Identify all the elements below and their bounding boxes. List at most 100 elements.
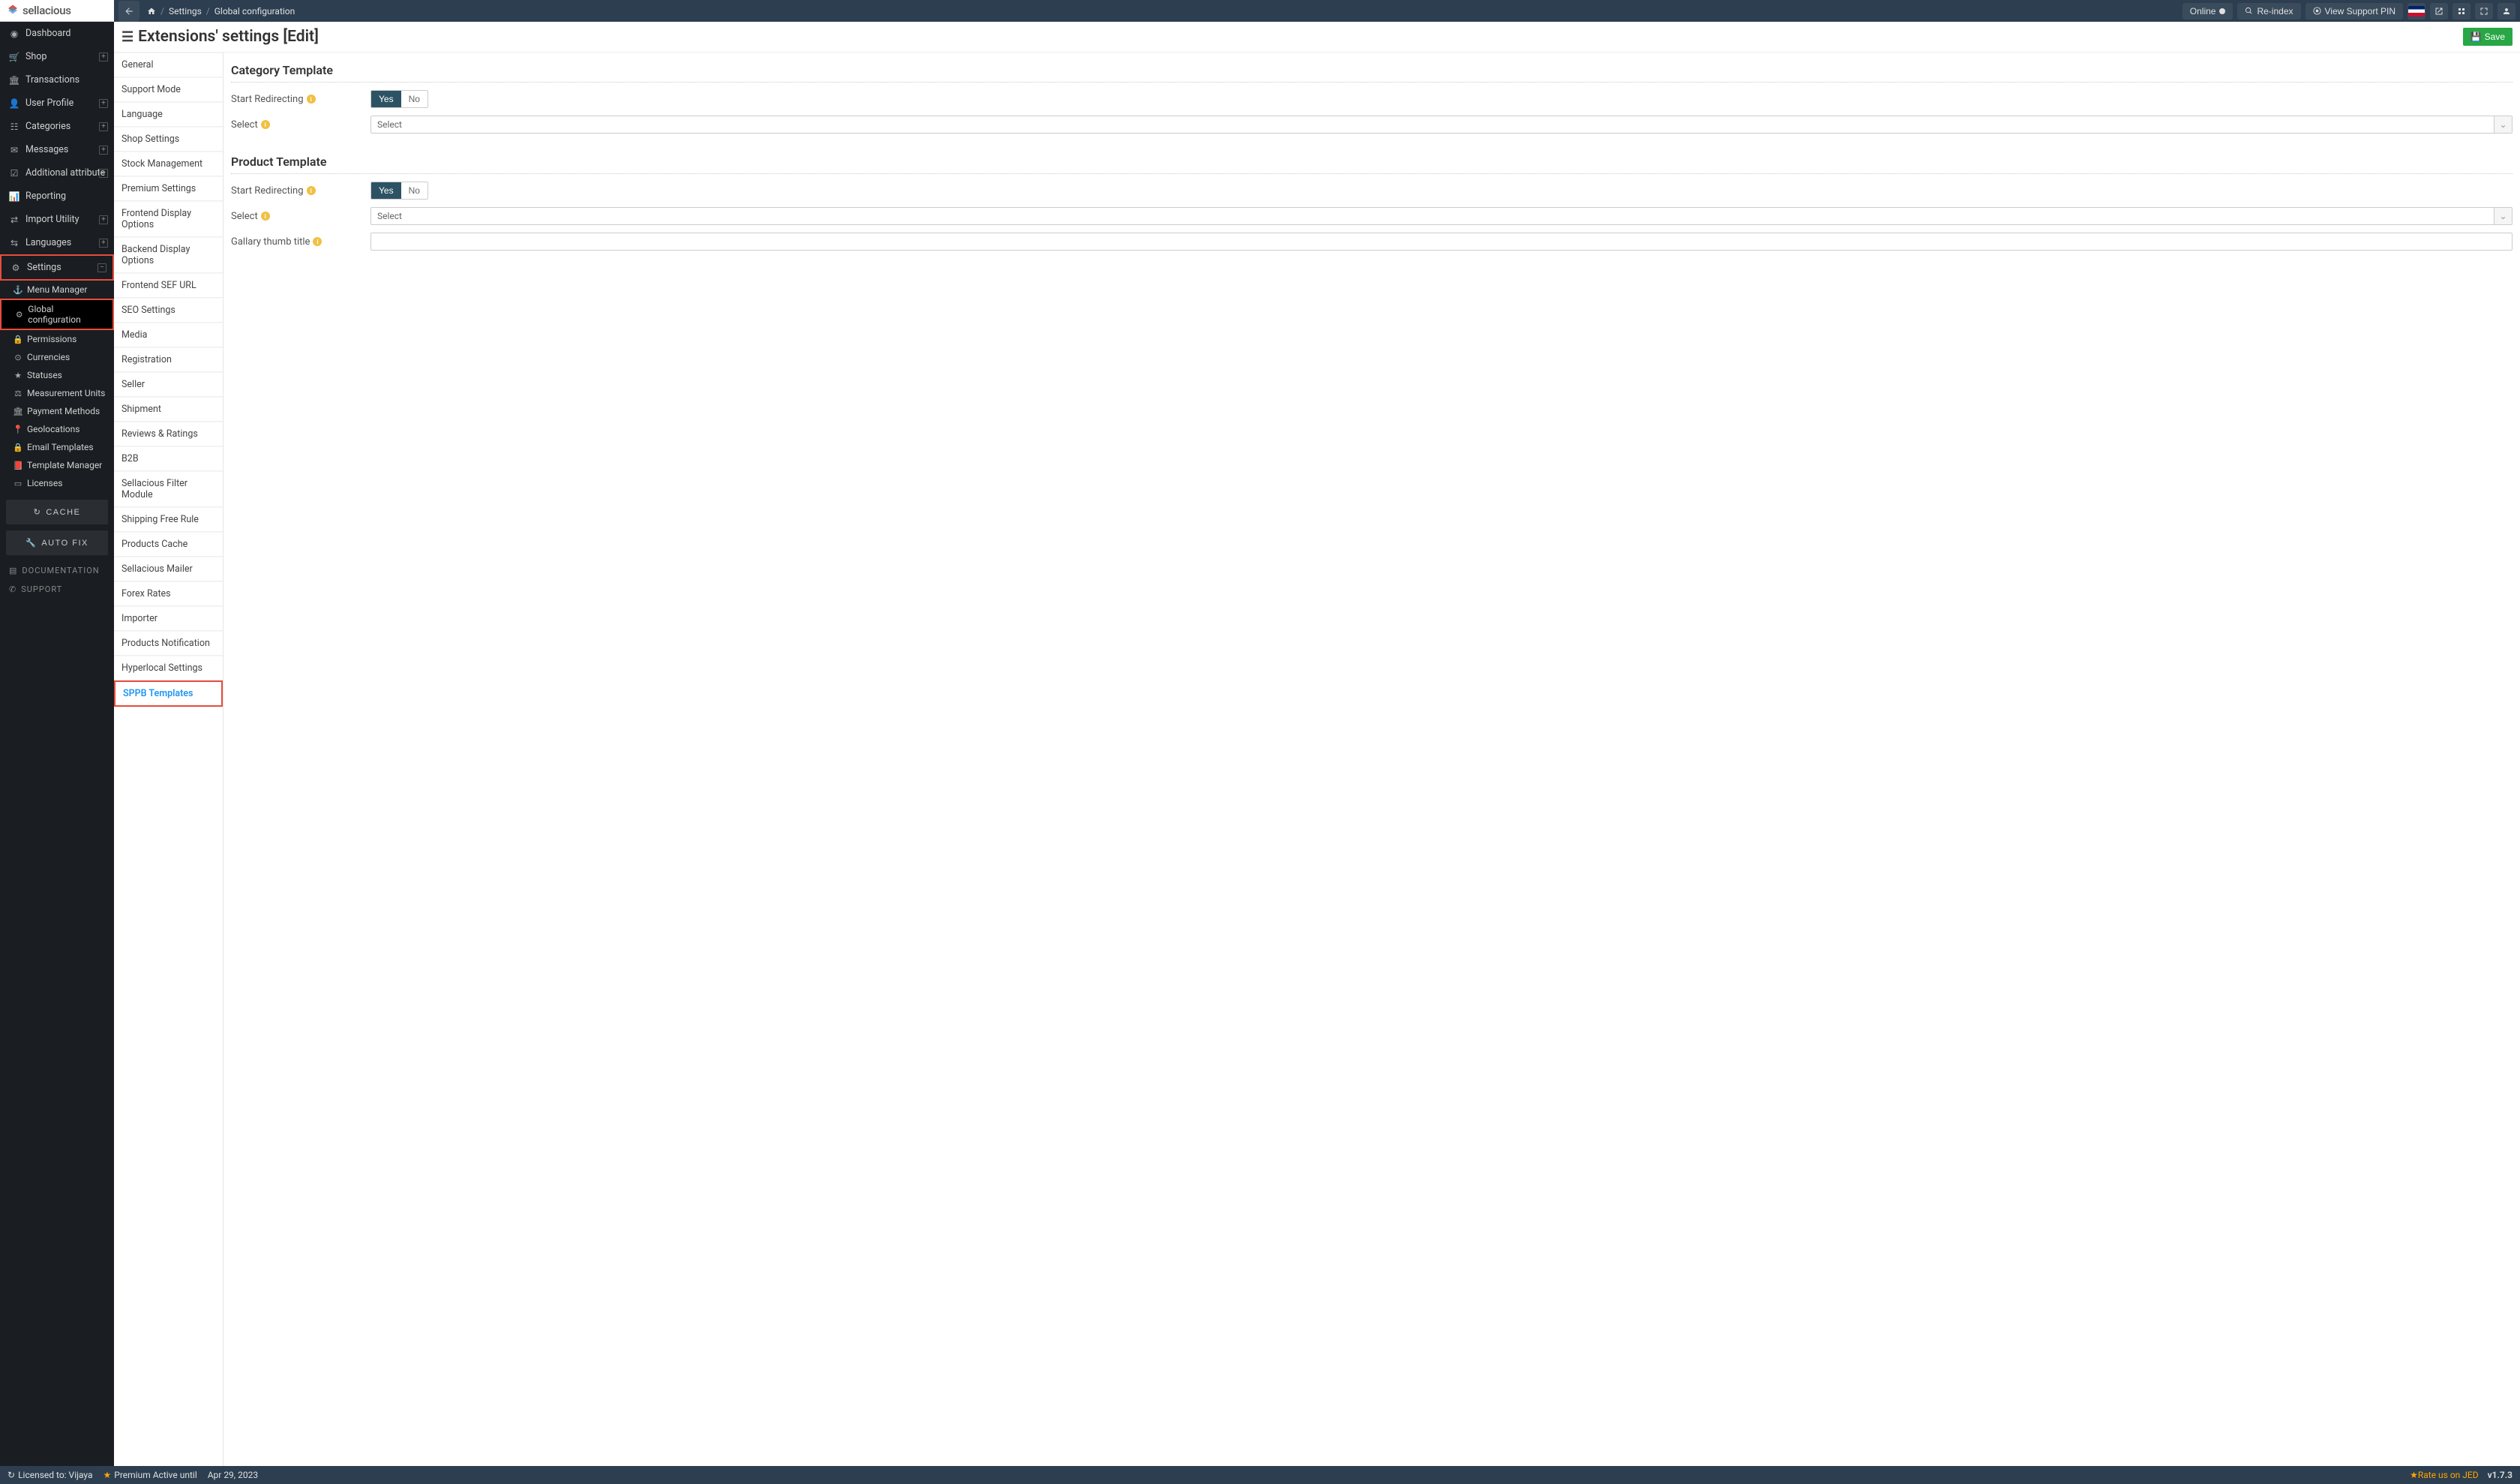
book-icon: 📕	[12, 461, 24, 470]
nav-permissions[interactable]: 🔒Permissions	[0, 330, 114, 348]
toggle-start-redirecting-prod[interactable]: Yes No	[370, 182, 428, 200]
label-select-cat: Select i	[231, 119, 370, 131]
view-support-pin-button[interactable]: View Support PIN	[2306, 3, 2404, 20]
online-status[interactable]: Online	[2182, 3, 2234, 20]
home-icon[interactable]	[147, 7, 156, 16]
nav-email-templates[interactable]: 🔒Email Templates	[0, 438, 114, 456]
logo-text: sellacious	[22, 4, 71, 17]
expand-icon[interactable]: +	[99, 99, 108, 108]
logo[interactable]: sellacious	[6, 4, 71, 17]
support-link[interactable]: ✆ SUPPORT	[6, 580, 108, 599]
expand-icon[interactable]: +	[99, 169, 108, 178]
toggle-start-redirecting-cat[interactable]: Yes No	[370, 90, 428, 108]
nav-transactions[interactable]: 🏛Transactions	[0, 68, 114, 92]
input-gallery-thumb-title[interactable]	[370, 233, 2512, 251]
cache-button[interactable]: ↻ CACHE	[6, 500, 108, 524]
breadcrumb-settings[interactable]: Settings	[169, 6, 202, 17]
tab-general[interactable]: General	[114, 53, 223, 77]
nav-template-manager[interactable]: 📕Template Manager	[0, 456, 114, 474]
toggle-no[interactable]: No	[401, 182, 428, 199]
tab-filter-module[interactable]: Sellacious Filter Module	[114, 471, 223, 507]
tab-shipment[interactable]: Shipment	[114, 397, 223, 422]
nav-measurement-units[interactable]: ⚖Measurement Units	[0, 384, 114, 402]
nav-statuses[interactable]: ★Statuses	[0, 366, 114, 384]
nav-payment-methods[interactable]: 🏛Payment Methods	[0, 402, 114, 420]
tab-language[interactable]: Language	[114, 102, 223, 127]
nav-menu-manager[interactable]: ⚓Menu Manager	[0, 281, 114, 299]
nav-categories[interactable]: ☷Categories+	[0, 115, 114, 138]
tab-shipping-free[interactable]: Shipping Free Rule	[114, 507, 223, 532]
info-icon[interactable]: i	[313, 237, 322, 246]
expand-icon[interactable]: +	[99, 53, 108, 62]
info-icon[interactable]: i	[261, 212, 270, 221]
expand-icon[interactable]: +	[99, 122, 108, 131]
tab-hyperlocal-settings[interactable]: Hyperlocal Settings	[114, 656, 223, 680]
tab-frontend-sef[interactable]: Frontend SEF URL	[114, 273, 223, 298]
tab-shop-settings[interactable]: Shop Settings	[114, 127, 223, 152]
tab-media[interactable]: Media	[114, 323, 223, 347]
nav-languages[interactable]: ⇆Languages+	[0, 231, 114, 254]
tab-backend-display[interactable]: Backend Display Options	[114, 237, 223, 273]
nav-additional-attribute[interactable]: ☑Additional attribute+	[0, 161, 114, 185]
external-link-icon[interactable]	[2430, 3, 2448, 20]
tab-frontend-display[interactable]: Frontend Display Options	[114, 201, 223, 237]
nav-settings[interactable]: ⚙Settings−	[0, 254, 114, 281]
tab-support-mode[interactable]: Support Mode	[114, 77, 223, 102]
language-flag[interactable]	[2408, 3, 2426, 20]
tab-forex-rates[interactable]: Forex Rates	[114, 581, 223, 606]
categories-icon: ☷	[8, 122, 21, 132]
documentation-link[interactable]: ▤ DOCUMENTATION	[6, 561, 108, 580]
back-button[interactable]	[118, 1, 140, 22]
nav-global-config[interactable]: ⚙Global configuration	[0, 299, 114, 330]
tab-seller[interactable]: Seller	[114, 372, 223, 397]
nav-reporting[interactable]: 📊Reporting	[0, 185, 114, 208]
refresh-icon: ↻	[8, 1470, 15, 1480]
reindex-button[interactable]: Re-index	[2237, 3, 2300, 20]
nav-dashboard[interactable]: ◉Dashboard	[0, 22, 114, 45]
form-area: Category Template Start Redirecting i Ye…	[224, 53, 2520, 1466]
nav-shop[interactable]: 🛒Shop+	[0, 45, 114, 68]
nav-messages[interactable]: ✉Messages+	[0, 138, 114, 161]
nav-currencies[interactable]: ⊙Currencies	[0, 348, 114, 366]
breadcrumb: / Settings / Global configuration	[147, 6, 295, 17]
info-icon[interactable]: i	[261, 120, 270, 129]
autofix-button[interactable]: 🔧 AUTO FIX	[6, 530, 108, 555]
license-icon: ▭	[12, 479, 24, 488]
save-button[interactable]: 💾 Save	[2463, 28, 2512, 46]
tab-b2b[interactable]: B2B	[114, 446, 223, 471]
tab-reviews-ratings[interactable]: Reviews & Ratings	[114, 422, 223, 446]
tab-premium-settings[interactable]: Premium Settings	[114, 176, 223, 201]
tab-seo-settings[interactable]: SEO Settings	[114, 298, 223, 323]
tab-stock-management[interactable]: Stock Management	[114, 152, 223, 176]
rate-on-jed-link[interactable]: Rate us on JED	[2418, 1470, 2479, 1480]
tab-sellacious-mailer[interactable]: Sellacious Mailer	[114, 557, 223, 581]
toggle-no[interactable]: No	[401, 91, 428, 107]
expand-icon[interactable]: +	[99, 215, 108, 224]
nav-geolocations[interactable]: 📍Geolocations	[0, 420, 114, 438]
label-gallery-thumb: Gallary thumb title i	[231, 236, 370, 248]
tab-products-cache[interactable]: Products Cache	[114, 532, 223, 557]
user-icon[interactable]	[2498, 3, 2516, 20]
tab-products-notification[interactable]: Products Notification	[114, 631, 223, 656]
nav-licenses[interactable]: ▭Licenses	[0, 474, 114, 492]
info-icon[interactable]: i	[307, 95, 316, 104]
select-prod-template[interactable]: Select ⌄	[370, 207, 2512, 225]
toggle-yes[interactable]: Yes	[371, 91, 401, 107]
chevron-down-icon: ⌄	[2494, 116, 2512, 133]
collapse-icon[interactable]: −	[98, 263, 106, 272]
toggle-yes[interactable]: Yes	[371, 182, 401, 199]
tab-importer[interactable]: Importer	[114, 606, 223, 631]
fullscreen-icon[interactable]	[2475, 3, 2493, 20]
expand-icon[interactable]: +	[99, 239, 108, 248]
chevron-down-icon: ⌄	[2494, 208, 2512, 224]
shop-icon: 🛒	[8, 52, 21, 62]
info-icon[interactable]: i	[307, 186, 316, 195]
nav-import-utility[interactable]: ⇄Import Utility+	[0, 208, 114, 231]
select-cat-template[interactable]: Select ⌄	[370, 116, 2512, 134]
tab-registration[interactable]: Registration	[114, 347, 223, 372]
dashboard-icon: ◉	[8, 29, 21, 39]
joomla-icon[interactable]	[2452, 3, 2470, 20]
tab-sppb-templates[interactable]: SPPB Templates	[114, 680, 223, 707]
nav-user-profile[interactable]: 👤User Profile+	[0, 92, 114, 115]
expand-icon[interactable]: +	[99, 146, 108, 155]
